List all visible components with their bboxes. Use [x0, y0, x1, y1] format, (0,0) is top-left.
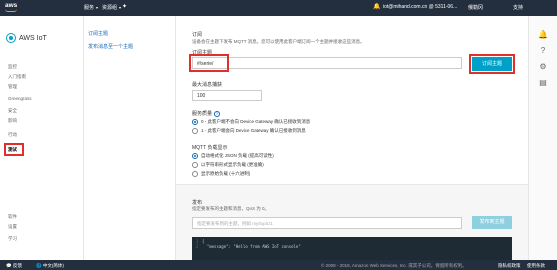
subscribe-title: 订阅 — [192, 32, 203, 38]
feedback-link[interactable]: 💬 反馈 — [6, 263, 22, 269]
resource-groups-label: 资源组 — [102, 5, 118, 11]
account-menu[interactable]: iot@mihand.com.cn @ 5311-06... — [383, 4, 457, 10]
radio[interactable] — [192, 128, 198, 134]
sidebar-item-software[interactable]: 软件 — [8, 214, 17, 220]
chevron-down-icon: ▾ — [96, 5, 99, 10]
max-messages-label: 最大消息捕获 — [192, 82, 223, 88]
publish-description: 指定要发布的主题和消息，QoS 为 0。 — [192, 206, 270, 211]
sidebar-item-manage[interactable]: 管理 — [8, 84, 17, 90]
test-subnav: 订阅主题 发布消息至一个主题 — [84, 16, 176, 260]
gear-icon[interactable]: ⚙ — [538, 62, 548, 72]
qos-option-0-label: 0 - 此客户端不会向 Device Gateway 确认已接收到消息 — [201, 119, 311, 124]
bell-icon[interactable]: 🔔 — [538, 30, 548, 40]
help-icon[interactable]: ? — [214, 110, 221, 117]
test-highlight-box — [4, 143, 24, 156]
mqtt-display-label: MQTT 负载显示 — [192, 145, 228, 151]
main-content: 订阅 设备会在主题下发布 MQTT 消息。您可以使用此客户端订阅一个主题并接收这… — [176, 16, 528, 260]
help-circle-icon[interactable]: ? — [538, 46, 548, 56]
footer: 💬 反馈 🌐 中文(简体) © 2008 - 2018, Amazon Web … — [0, 260, 557, 270]
publish-topic-input[interactable]: 指定要发布到的主题，例如 my/topic/1 — [192, 217, 462, 229]
mqtt-display-option-string[interactable]: 以字符串形式显示负载 (更准确) — [192, 162, 264, 168]
radio-selected[interactable] — [192, 153, 198, 159]
qos-label: 服务质量 — [192, 111, 213, 117]
sidebar-item-monitor[interactable]: 监控 — [8, 64, 17, 70]
qos-option-0[interactable]: 0 - 此客户端不会向 Device Gateway 确认已接收到消息 — [192, 119, 310, 125]
services-menu[interactable]: 服务 ▾ — [84, 4, 98, 11]
radio-selected[interactable] — [192, 119, 198, 125]
region-menu[interactable]: 俄勒冈 — [468, 4, 483, 11]
code-line-2-text: "message": "Hello from AWS IoT console" — [206, 244, 301, 249]
services-label: 服务 — [84, 5, 95, 11]
right-rail: 🔔 ? ⚙ ▤ — [528, 16, 557, 260]
feedback-label: 反馈 — [12, 262, 22, 268]
qos-option-1-label: 1 - 此客户端会向 Device Gateway 确认已接收到消息 — [201, 128, 306, 133]
subscribe-description: 设备会在主题下发布 MQTT 消息。您可以使用此客户端订阅一个主题并接收这些消息… — [192, 39, 365, 44]
max-messages-input[interactable]: 100 — [192, 90, 262, 101]
document-icon[interactable]: ▤ — [538, 78, 548, 88]
subscribe-button-highlight-box — [469, 54, 515, 74]
terms-link[interactable]: 使用条款 — [527, 263, 545, 269]
chevron-down-icon: ▾ — [119, 5, 122, 10]
mqtt-display-option-json-label: 自动格式化 JSON 负载 (提高可读性) — [201, 153, 274, 158]
sidebar-item-defend[interactable]: 影响 — [8, 118, 17, 124]
sidebar-item-settings[interactable]: 设置 — [8, 224, 17, 230]
support-menu[interactable]: 支持 — [513, 4, 523, 11]
code-line-2: 2 "message": "Hello from AWS IoT console… — [196, 244, 301, 249]
topic-highlight-box — [189, 54, 229, 72]
subnav-item-publish[interactable]: 发布消息至一个主题 — [88, 43, 133, 50]
radio[interactable] — [192, 162, 198, 168]
divider — [176, 184, 528, 185]
qos-label-wrap: 服务质量? — [192, 110, 221, 117]
copyright: © 2008 - 2018, Amazon Web Services, Inc.… — [321, 262, 467, 268]
sidebar-item-secure[interactable]: 安全 — [8, 108, 17, 114]
sidebar-item-act[interactable]: 行动 — [8, 132, 17, 138]
resource-groups-menu[interactable]: 资源组 ▾ — [102, 4, 121, 11]
language-selector[interactable]: 🌐 中文(简体) — [36, 263, 64, 269]
subscribe-topic-input[interactable]: #/serie/ — [192, 57, 462, 69]
sidebar-item-getting-started[interactable]: 入门指南 — [8, 74, 26, 80]
pin-icon[interactable]: ✦ — [122, 3, 127, 10]
sidebar-item-greengrass[interactable]: Greengrass — [8, 96, 32, 101]
mqtt-display-option-string-label: 以字符串形式显示负载 (更准确) — [201, 162, 264, 167]
publish-button[interactable]: 发布到主题 — [472, 216, 512, 229]
publish-title: 发布 — [192, 200, 203, 206]
message-editor[interactable]: 1{ 2 "message": "Hello from AWS IoT cons… — [192, 237, 512, 260]
subnav-item-subscribe[interactable]: 订阅主题 — [88, 30, 108, 37]
left-sidebar: AWS IoT 监控 入门指南 管理 Greengrass 安全 影响 行动 测… — [0, 16, 84, 260]
aws-iot-logo-icon — [6, 33, 16, 43]
bell-icon[interactable]: 🔔 — [373, 3, 380, 10]
qos-option-1[interactable]: 1 - 此客户端会向 Device Gateway 确认已接收到消息 — [192, 128, 306, 134]
aws-logo[interactable]: aws — [5, 2, 17, 9]
mqtt-display-option-hex-label: 显示原始负载 (十六进制) — [201, 171, 251, 176]
top-nav-bar: aws 服务 ▾ 资源组 ▾ ✦ 🔔 iot@mihand.com.cn @ 5… — [0, 0, 557, 16]
mqtt-display-option-json[interactable]: 自动格式化 JSON 负载 (提高可读性) — [192, 153, 274, 159]
brand-text: AWS IoT — [19, 34, 47, 42]
language-label: 中文(简体) — [42, 262, 64, 268]
mqtt-display-option-hex[interactable]: 显示原始负载 (十六进制) — [192, 171, 250, 177]
sidebar-item-learn[interactable]: 学习 — [8, 236, 17, 242]
privacy-link[interactable]: 隐私权政策 — [498, 263, 521, 269]
aws-logo-smile-icon — [5, 9, 17, 12]
radio[interactable] — [192, 171, 198, 177]
brand[interactable]: AWS IoT — [6, 33, 47, 43]
